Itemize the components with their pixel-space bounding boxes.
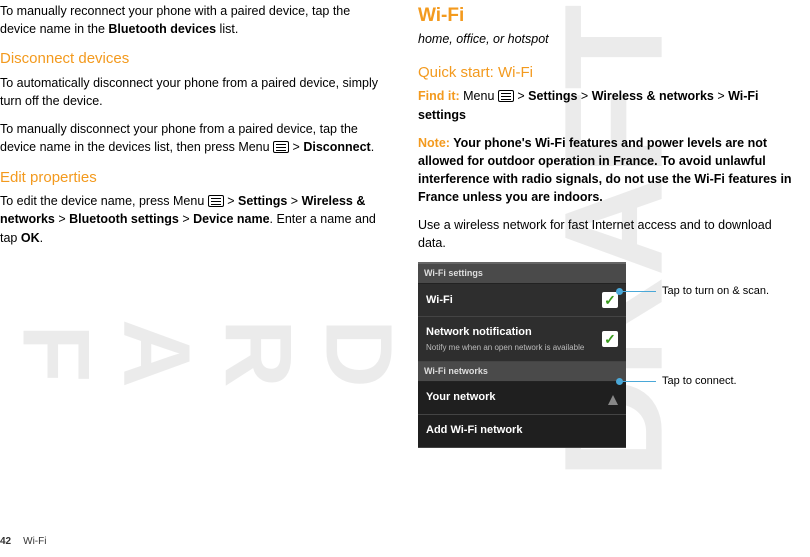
bold-ok: OK	[21, 231, 40, 245]
menu-icon	[273, 141, 289, 153]
para-edit-name: To edit the device name, press Menu > Se…	[0, 192, 384, 246]
checkbox-icon[interactable]: ✓	[602, 292, 618, 308]
callout-text: Tap to turn on & scan.	[662, 285, 769, 297]
phone-row-wifi-label: Wi-Fi	[426, 293, 602, 309]
text: .	[40, 231, 43, 245]
phone-row-notification[interactable]: Network notification Notify me when an o…	[418, 317, 626, 362]
text: >	[514, 89, 528, 103]
footer-section: Wi-Fi	[23, 536, 46, 547]
callout-turn-on: Tap to turn on & scan.	[620, 284, 769, 300]
checkbox-icon[interactable]: ✓	[602, 331, 618, 347]
subtitle: home, office, or hotspot	[418, 30, 802, 48]
wifi-signal-icon	[604, 391, 618, 405]
para-find-it: Find it: Menu > Settings > Wireless & ne…	[418, 87, 802, 123]
bold-settings: Settings	[528, 89, 577, 103]
heading-quick-start: Quick start: Wi-Fi	[418, 62, 802, 84]
phone-header-wifi-networks: Wi-Fi networks	[418, 362, 626, 382]
text: >	[714, 89, 728, 103]
menu-icon	[208, 195, 224, 207]
callout-text: Tap to connect.	[662, 375, 737, 387]
left-column: To manually reconnect your phone with a …	[0, 2, 384, 448]
phone-row-add-network-label: Add Wi-Fi network	[426, 423, 618, 439]
page-footer: 42 Wi-Fi	[0, 535, 46, 550]
bold-wireless-networks: Wireless & networks	[592, 89, 714, 103]
para-manual-disconnect: To manually disconnect your phone from a…	[0, 120, 384, 156]
bold-disconnect: Disconnect	[303, 140, 370, 154]
text: >	[287, 194, 301, 208]
phone-row-notification-sub: Notify me when an open network is availa…	[426, 343, 602, 353]
para-note: Note: Your phone's Wi-Fi features and po…	[418, 134, 802, 207]
bold-settings: Settings	[238, 194, 287, 208]
callout-connect: Tap to connect.	[620, 374, 737, 390]
bold-bluetooth-settings: Bluetooth settings	[69, 212, 179, 226]
phone-screenshot: Wi-Fi settings Wi-Fi ✓ Network notificat…	[418, 262, 626, 448]
lead-find-it: Find it:	[418, 89, 460, 103]
phone-row-wifi[interactable]: Wi-Fi ✓	[418, 284, 626, 317]
bold-device-name: Device name	[193, 212, 269, 226]
right-column: Wi-Fi home, office, or hotspot Quick sta…	[418, 2, 802, 448]
phone-row-add-network[interactable]: Add Wi-Fi network	[418, 415, 626, 448]
text: >	[55, 212, 69, 226]
page-number: 42	[0, 536, 11, 547]
heading-edit-properties: Edit properties	[0, 167, 384, 189]
bold-bluetooth-devices: Bluetooth devices	[108, 22, 216, 36]
text: >	[179, 212, 193, 226]
text: >	[289, 140, 303, 154]
callout-line	[620, 381, 656, 382]
text: >	[577, 89, 591, 103]
page-title-wifi: Wi-Fi	[418, 2, 802, 30]
phone-row-your-network-label: Your network	[426, 390, 604, 406]
phone-screenshot-wrap: Wi-Fi settings Wi-Fi ✓ Network notificat…	[418, 262, 802, 448]
bold-note-body: Your phone's Wi-Fi features and power le…	[418, 136, 792, 204]
phone-row-notification-label: Network notification	[426, 325, 602, 341]
lead-note: Note:	[418, 136, 450, 150]
text: To edit the device name, press Menu	[0, 194, 208, 208]
para-manual-reconnect: To manually reconnect your phone with a …	[0, 2, 384, 38]
text: Menu	[460, 89, 498, 103]
menu-icon	[498, 90, 514, 102]
phone-header-wifi-settings: Wi-Fi settings	[418, 264, 626, 284]
text: >	[224, 194, 238, 208]
text: .	[371, 140, 374, 154]
heading-disconnect-devices: Disconnect devices	[0, 48, 384, 70]
para-use-wireless: Use a wireless network for fast Internet…	[418, 216, 802, 252]
callout-line	[620, 291, 656, 292]
phone-row-your-network[interactable]: Your network	[418, 382, 626, 415]
para-auto-disconnect: To automatically disconnect your phone f…	[0, 74, 384, 110]
text: list.	[216, 22, 238, 36]
